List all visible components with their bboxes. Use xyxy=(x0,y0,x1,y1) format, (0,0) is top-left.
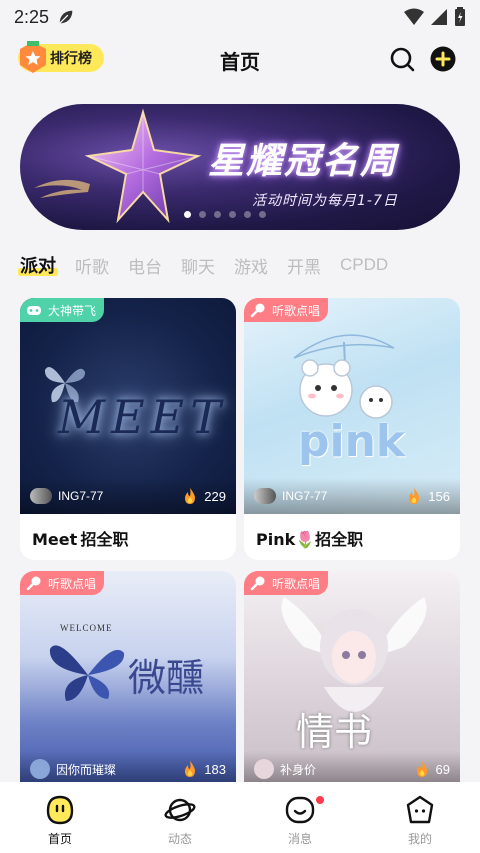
room-card[interactable]: MEET 大神带飞 ING7-77 229 Meet 招全职 xyxy=(20,298,236,560)
heat-count: 229 xyxy=(204,488,226,504)
room-cover: 情书 听歌点唱 补身价 69 xyxy=(244,571,460,787)
tab-party[interactable]: 派对 xyxy=(18,252,58,278)
owner-name: 补身价 xyxy=(280,762,317,777)
message-face-icon xyxy=(285,796,315,824)
microphone-icon xyxy=(250,303,265,318)
room-tag: 大神带飞 xyxy=(20,298,105,322)
event-banner[interactable]: 星耀冠名周 活动时间为每月1-7日 xyxy=(20,104,460,230)
room-tag: 听歌点唱 xyxy=(20,571,105,595)
room-cover: pink 听歌点唱 ING7-77 156 xyxy=(244,298,460,514)
status-bar: 2:25 xyxy=(0,0,480,34)
room-name: Meet 招全职 xyxy=(32,530,129,549)
room-tag: 听歌点唱 xyxy=(244,298,329,322)
tab-chat[interactable]: 聊天 xyxy=(181,253,215,278)
cover-art-text: 情书 xyxy=(296,710,373,754)
signal-icon xyxy=(431,9,447,25)
bottom-navigation: 首页 动态 消息 我的 xyxy=(0,782,480,853)
room-card[interactable]: pink 听歌点唱 ING7-77 156 Pink🌷招全职 xyxy=(244,298,460,560)
flame-icon xyxy=(416,761,427,777)
owner-name: 因你而璀璨 xyxy=(56,762,117,777)
heat-count: 183 xyxy=(204,761,226,777)
tab-cpdd[interactable]: CPDD xyxy=(340,255,388,275)
room-tag-label: 听歌点唱 xyxy=(272,576,321,591)
nav-home[interactable]: 首页 xyxy=(0,782,120,853)
tab-music[interactable]: 听歌 xyxy=(75,253,109,278)
search-icon[interactable] xyxy=(389,46,415,72)
owner-name: ING7-77 xyxy=(282,489,328,503)
cover-art-text: MEET xyxy=(58,390,227,444)
battery-icon xyxy=(455,7,465,26)
microphone-icon xyxy=(26,576,41,591)
status-time: 2:25 xyxy=(14,6,50,27)
gamepad-icon xyxy=(27,306,41,315)
owner-name: ING7-77 xyxy=(58,489,104,503)
unread-badge xyxy=(316,796,324,804)
planet-icon xyxy=(164,798,196,822)
heat-count: 69 xyxy=(435,761,450,777)
nav-moments[interactable]: 动态 xyxy=(120,782,240,853)
leaf-icon xyxy=(59,10,73,24)
nav-profile[interactable]: 我的 xyxy=(360,782,480,853)
tab-team[interactable]: 开黑 xyxy=(287,253,321,278)
room-tag: 听歌点唱 xyxy=(244,571,329,595)
microphone-icon xyxy=(250,576,265,591)
bear-illustration xyxy=(293,334,395,419)
banner-dot xyxy=(229,211,236,218)
banner-dot xyxy=(199,211,206,218)
tab-games[interactable]: 游戏 xyxy=(234,253,268,278)
banner-dot xyxy=(244,211,251,218)
cover-art-text: 微醺 xyxy=(128,656,205,700)
tab-radio[interactable]: 电台 xyxy=(128,253,162,278)
owner-avatar xyxy=(30,759,50,779)
heat-count: 156 xyxy=(428,488,450,504)
nav-messages[interactable]: 消息 xyxy=(240,782,360,853)
room-meta: ING7-77 156 xyxy=(244,478,460,514)
cover-welcome-text: WELCOME xyxy=(60,623,113,633)
owner-avatar xyxy=(254,488,276,504)
banner-pagination xyxy=(184,211,266,218)
nav-label: 动态 xyxy=(167,832,192,846)
flame-icon xyxy=(185,488,196,504)
add-icon[interactable] xyxy=(430,46,456,72)
flame-icon xyxy=(409,488,420,504)
banner-dot xyxy=(214,211,221,218)
room-tag-label: 听歌点唱 xyxy=(48,576,97,591)
banner-subtitle: 活动时间为每月1-7日 xyxy=(252,193,398,209)
top-header: 排行榜 首页 xyxy=(0,38,480,82)
room-tag-label: 听歌点唱 xyxy=(272,303,321,318)
banner-title: 星耀冠名周 xyxy=(208,140,399,182)
wing-left-icon xyxy=(34,179,90,198)
profile-face-icon xyxy=(406,795,434,824)
butterfly-icon xyxy=(49,645,125,701)
room-meta: ING7-77 229 xyxy=(20,478,236,514)
nav-label: 我的 xyxy=(407,832,432,846)
room-name: Pink🌷招全职 xyxy=(256,530,364,549)
star-crystal-icon xyxy=(84,108,202,224)
room-tag-label: 大神带飞 xyxy=(48,303,97,318)
banner-dot xyxy=(259,211,266,218)
room-cover: MEET 大神带飞 ING7-77 229 xyxy=(20,298,236,514)
cover-art-text: pink xyxy=(298,416,406,467)
home-face-icon xyxy=(46,795,74,825)
flame-icon xyxy=(185,761,196,777)
category-tabs: 派对 听歌 电台 聊天 游戏 开黑 CPDD xyxy=(18,250,407,280)
wifi-icon xyxy=(404,8,424,25)
banner-dot xyxy=(184,211,191,218)
room-cover: WELCOME 微醺 听歌点唱 因你而璀璨 183 xyxy=(20,571,236,787)
nav-label: 首页 xyxy=(47,832,72,846)
owner-avatar xyxy=(254,759,274,779)
nav-label: 消息 xyxy=(287,832,312,846)
owner-avatar xyxy=(30,488,52,504)
